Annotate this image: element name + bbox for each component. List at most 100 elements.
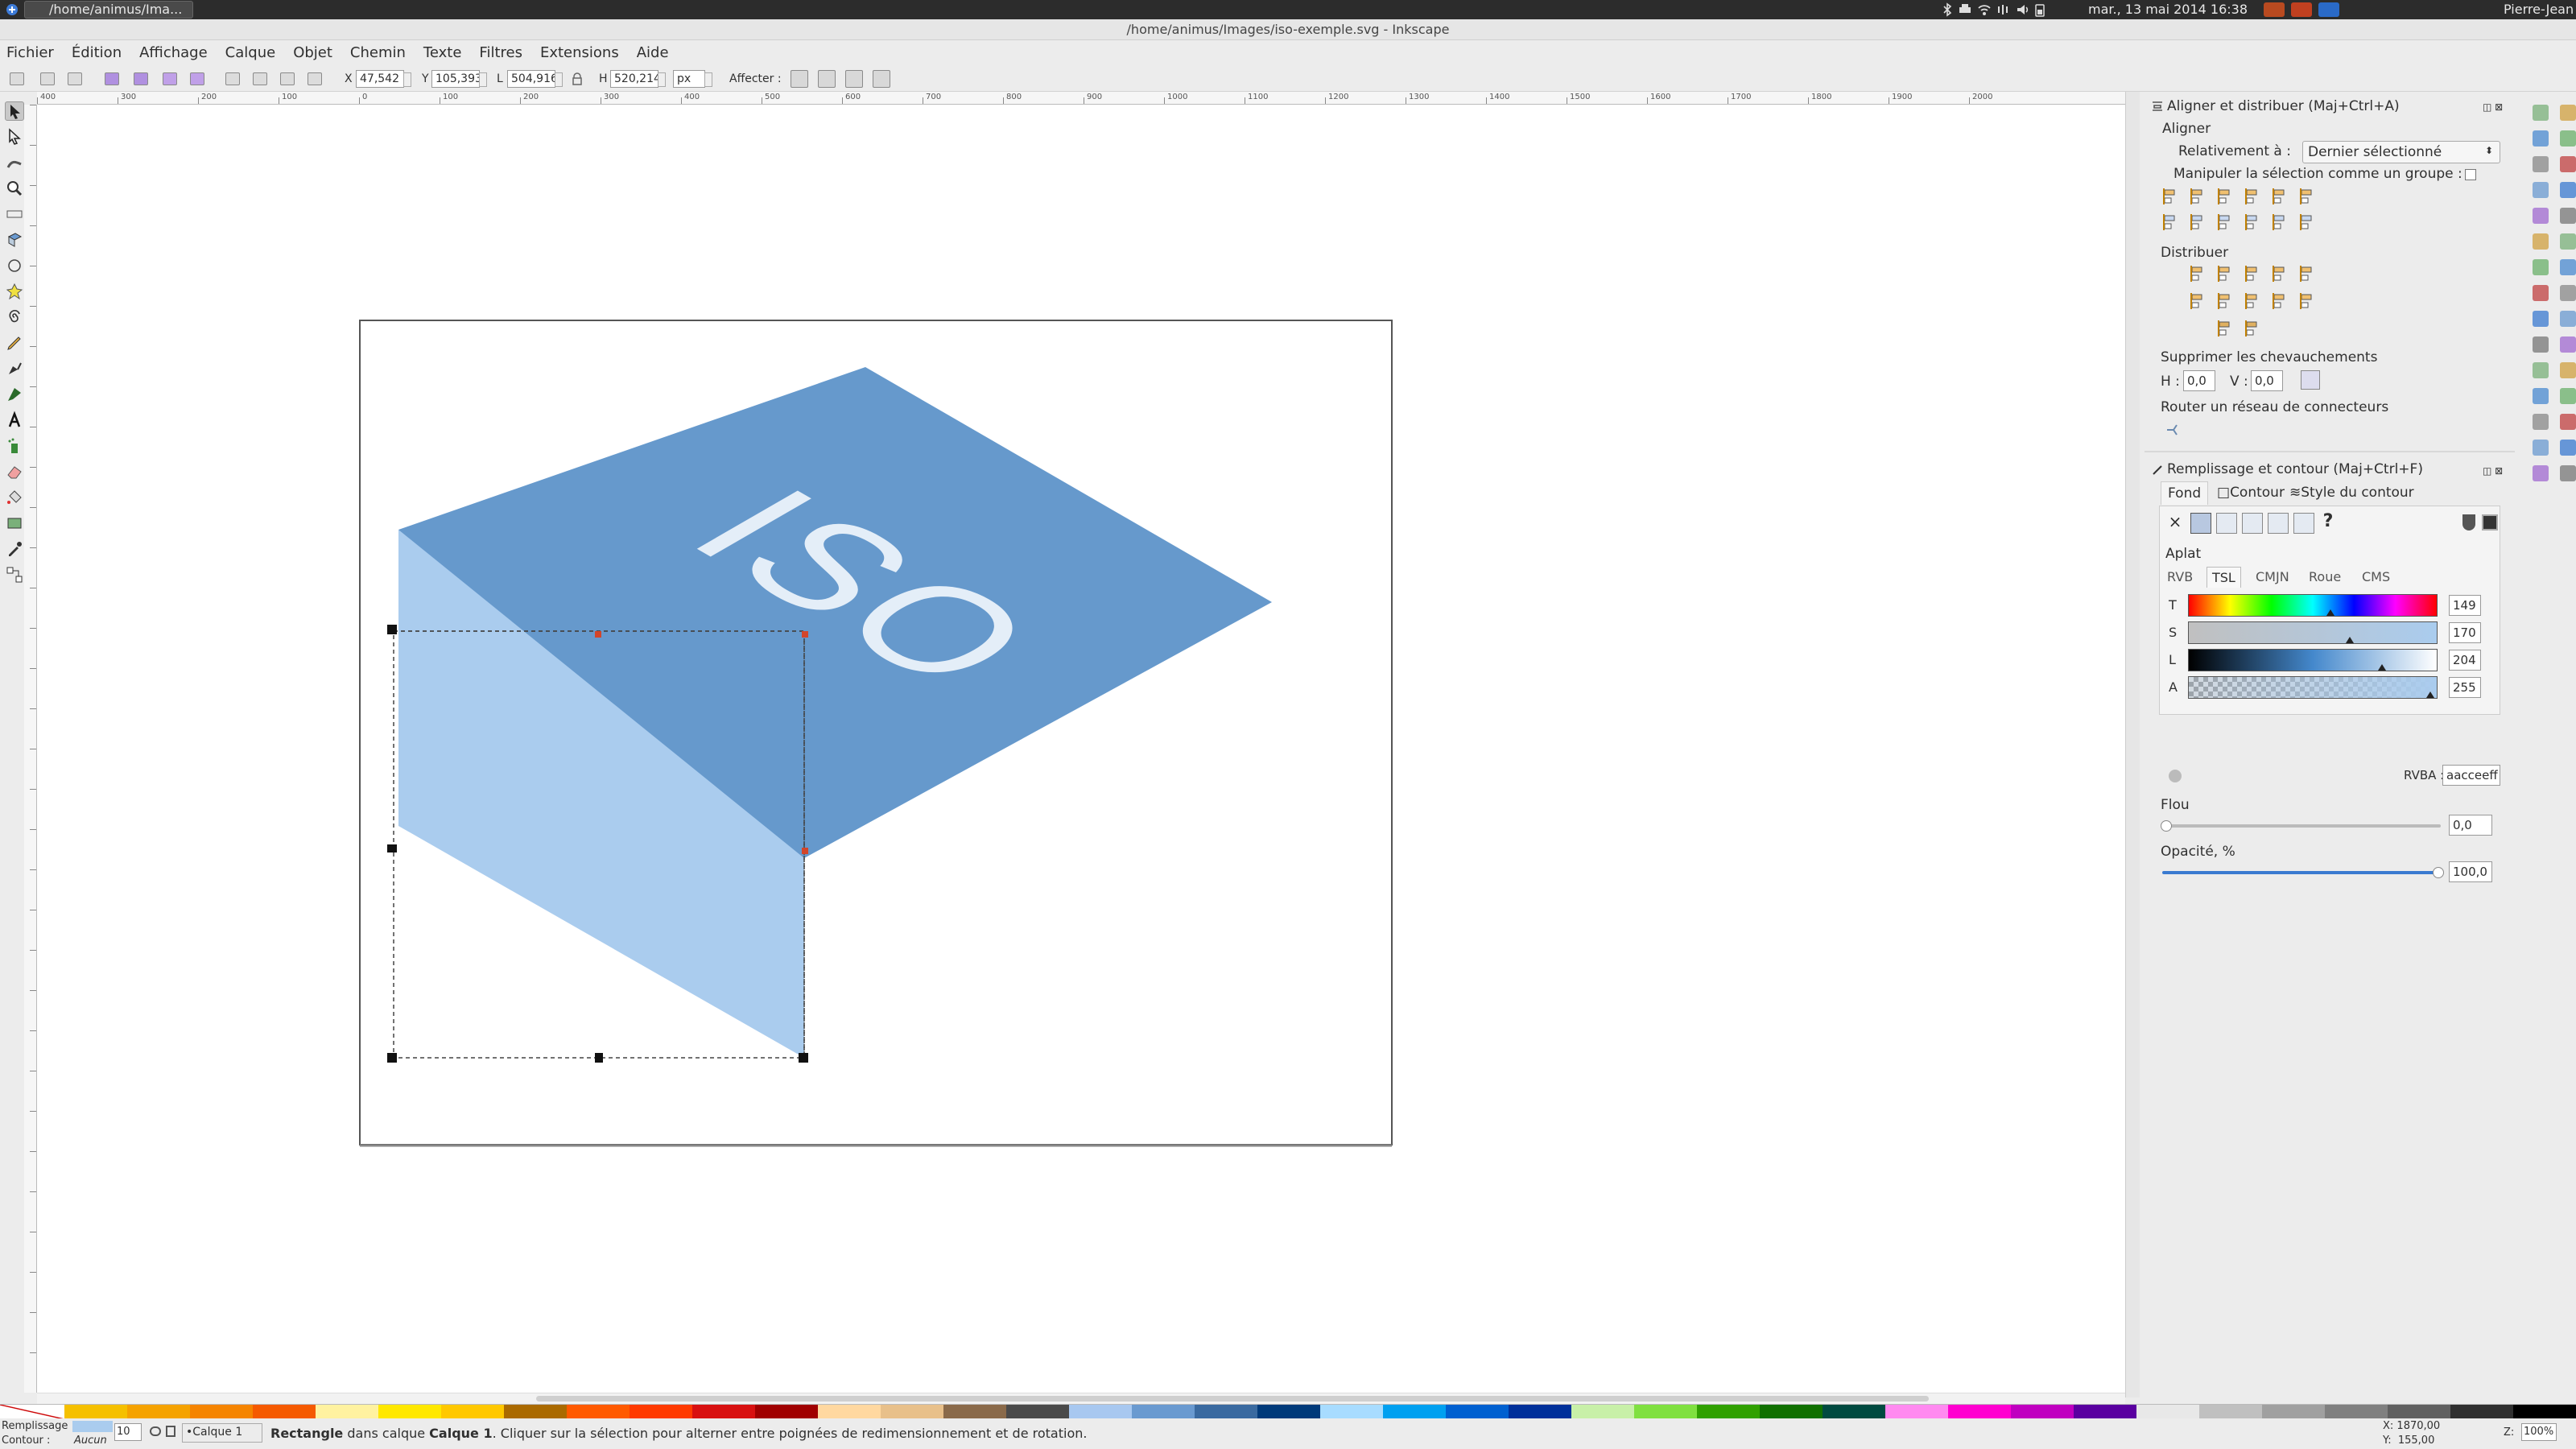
vertical-scrollbar[interactable]	[2125, 92, 2140, 1397]
palette-none-swatch[interactable]	[0, 1405, 64, 1419]
palette-swatch[interactable]	[1320, 1405, 1383, 1419]
deselect-icon[interactable]	[68, 72, 82, 85]
channel-input-t[interactable]: 149	[2449, 595, 2481, 616]
distribute-v-4-icon[interactable]	[2272, 291, 2291, 311]
indicator-network-icon[interactable]	[2318, 2, 2339, 17]
menu-texte[interactable]: Texte	[415, 40, 470, 66]
channel-input-l[interactable]: 204	[2449, 650, 2481, 671]
rgba-input[interactable]: aacceeff	[2442, 765, 2500, 786]
tab-contour[interactable]: □Contour	[2217, 485, 2285, 501]
channel-slider-l[interactable]	[2188, 649, 2438, 671]
gradient-tool-icon[interactable]	[5, 514, 24, 533]
spray-tool-icon[interactable]	[5, 436, 24, 456]
command-icon[interactable]	[2533, 465, 2549, 481]
palette-swatch[interactable]	[1823, 1405, 1885, 1419]
sync-icon[interactable]	[1996, 3, 2009, 16]
lower-to-bottom-icon[interactable]	[308, 72, 322, 85]
palette-swatch[interactable]	[378, 1405, 441, 1419]
channel-input-a[interactable]: 255	[2449, 677, 2481, 698]
affect-stroke-icon[interactable]	[791, 70, 808, 88]
handle-bottom-right[interactable]	[799, 1053, 808, 1063]
distribute-h-1-icon[interactable]	[2190, 264, 2209, 283]
bucket-tool-icon[interactable]	[5, 488, 24, 507]
blur-input[interactable]: 0,0	[2449, 815, 2492, 836]
opacity-slider[interactable]	[2162, 867, 2444, 878]
battery-icon[interactable]	[2035, 3, 2045, 17]
group-checkbox[interactable]	[2465, 169, 2476, 180]
distribute-random-1-icon[interactable]	[2217, 319, 2236, 338]
channel-slider-marker[interactable]	[2426, 691, 2434, 698]
corner-handle-top[interactable]	[595, 631, 601, 638]
select-all-icon[interactable]	[10, 72, 24, 85]
y-input[interactable]: 105,393	[431, 70, 487, 88]
spiral-tool-icon[interactable]	[5, 308, 24, 327]
distribute-h-5-icon[interactable]	[2299, 264, 2318, 283]
select-all-layers-icon[interactable]	[40, 72, 55, 85]
menu-calque[interactable]: Calque	[217, 40, 285, 66]
command-icon[interactable]	[2560, 130, 2576, 147]
palette-swatch[interactable]	[1446, 1405, 1509, 1419]
handle-left[interactable]	[387, 844, 397, 852]
fill-rule-evenodd-icon[interactable]	[2462, 514, 2475, 530]
command-icon[interactable]	[2560, 259, 2576, 275]
pen-tool-icon[interactable]	[5, 359, 24, 378]
swatch-icon[interactable]	[2293, 513, 2314, 534]
palette-swatch[interactable]	[1132, 1405, 1195, 1419]
command-icon[interactable]	[2533, 362, 2549, 378]
corner-handle-right[interactable]	[802, 848, 808, 854]
unit-select[interactable]: px	[673, 70, 712, 88]
align-edge-4-icon[interactable]	[2244, 187, 2264, 206]
height-input[interactable]: 520,214	[610, 70, 666, 88]
volume-icon[interactable]	[2016, 3, 2030, 16]
palette-swatch[interactable]	[190, 1405, 253, 1419]
menu-filtres[interactable]: Filtres	[470, 40, 531, 66]
palette-swatch[interactable]	[630, 1405, 692, 1419]
menu-chemin[interactable]: Chemin	[341, 40, 415, 66]
palette-swatch[interactable]	[1948, 1405, 2011, 1419]
layer-visibility-icon[interactable]	[150, 1426, 161, 1436]
layer-lock-icon[interactable]	[166, 1426, 175, 1437]
x-input[interactable]: 47,542	[356, 70, 411, 88]
palette-swatch[interactable]	[2199, 1405, 2262, 1419]
indicator-firefox-icon[interactable]	[2264, 2, 2285, 17]
command-icon[interactable]	[2533, 285, 2549, 301]
command-icon[interactable]	[2560, 388, 2576, 404]
palette-swatch[interactable]	[881, 1405, 943, 1419]
user-name[interactable]: Pierre-Jean	[2504, 2, 2574, 17]
palette-swatch[interactable]	[1069, 1405, 1132, 1419]
command-icon[interactable]	[2560, 414, 2576, 430]
menu-fichier[interactable]: Fichier	[0, 40, 63, 66]
channel-slider-marker[interactable]	[2326, 609, 2335, 616]
zoom-input[interactable]: 100%	[2521, 1423, 2557, 1441]
pencil-tool-icon[interactable]	[5, 333, 24, 353]
width-input[interactable]: 504,916	[507, 70, 563, 88]
align-edge-6-icon[interactable]	[2299, 187, 2318, 206]
color-mode-tab-cms[interactable]: CMS	[2357, 567, 2395, 587]
flat-color-icon[interactable]	[2190, 513, 2211, 534]
raise-to-top-icon[interactable]	[225, 72, 240, 85]
palette-swatch[interactable]	[755, 1405, 818, 1419]
command-icon[interactable]	[2533, 105, 2549, 121]
palette-swatch[interactable]	[2325, 1405, 2388, 1419]
color-mode-tab-rvb[interactable]: RVB	[2162, 567, 2198, 587]
blur-slider[interactable]	[2161, 820, 2441, 832]
wifi-icon[interactable]	[1977, 3, 1992, 16]
channel-slider-a[interactable]	[2188, 676, 2438, 699]
handle-top-left[interactable]	[387, 625, 397, 634]
command-icon[interactable]	[2560, 336, 2576, 353]
distribute-h-4-icon[interactable]	[2272, 264, 2291, 283]
palette-swatch[interactable]	[1383, 1405, 1446, 1419]
relative-select[interactable]: Dernier sélectionné ⬍	[2302, 141, 2500, 163]
palette-swatch[interactable]	[253, 1405, 316, 1419]
palette-swatch[interactable]	[1257, 1405, 1320, 1419]
color-mode-tab-roue[interactable]: Roue	[2304, 567, 2346, 587]
command-icon[interactable]	[2533, 156, 2549, 172]
palette-swatch[interactable]	[1195, 1405, 1257, 1419]
node-tool-icon[interactable]	[5, 127, 24, 147]
drawing-canvas[interactable]: ISO	[37, 105, 2125, 1393]
command-icon[interactable]	[2533, 208, 2549, 224]
palette-swatch[interactable]	[64, 1405, 127, 1419]
tab-fond[interactable]: Fond	[2161, 481, 2209, 505]
router-connectors-icon[interactable]	[2164, 422, 2186, 438]
channel-input-s[interactable]: 170	[2449, 622, 2481, 643]
